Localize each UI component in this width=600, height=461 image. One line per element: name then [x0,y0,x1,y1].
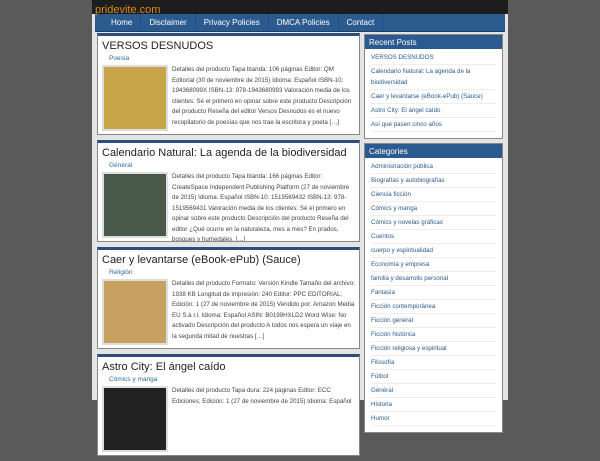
post-body: Detalles del producto Tapa dura: 224 pág… [102,386,355,452]
category-link[interactable]: Ficción religiosa y espiritual [371,342,496,356]
nav-item-home[interactable]: Home [103,14,142,31]
widget-title: Categories [365,144,502,158]
category-link[interactable]: Ciencia ficción [371,188,496,202]
categories-widget: Categories Administración pública Biograf… [364,143,503,433]
category-link[interactable]: Humor [371,412,496,426]
post-category[interactable]: Cómics y manga [109,376,355,383]
nav-item-privacy-policies[interactable]: Privacy Policies [196,14,269,31]
post-excerpt: Detalles del producto Tapa blanda: 106 p… [172,66,352,126]
post-body: Detalles del producto Tapa blanda: 106 p… [102,65,355,131]
category-link[interactable]: Ficción general [371,314,496,328]
post-title[interactable]: Calendario Natural: La agenda de la biod… [102,147,355,160]
category-link[interactable]: Administración pública [371,160,496,174]
post-title[interactable]: VERSOS DESNUDOS [102,40,355,53]
category-link[interactable]: Ficción histórica [371,328,496,342]
post-thumbnail[interactable] [102,279,168,345]
post-category[interactable]: Religión [109,269,355,276]
category-link[interactable]: Economía y empresa [371,258,496,272]
recent-post-link[interactable]: Caer y levantarse (eBook-ePub) (Sauce) [371,90,496,104]
category-link[interactable]: Biografías y autobiografías [371,174,496,188]
nav-item-disclaimer[interactable]: Disclaimer [141,14,196,31]
recent-post-link[interactable]: Astro City: El ángel caído [371,104,496,118]
nav-item-contact[interactable]: Contact [339,14,384,31]
main-nav: Home Disclaimer Privacy Policies DMCA Polic… [95,14,505,32]
recent-post-link[interactable]: Calendario Natural: La agenda de la biod… [371,65,496,90]
widget-title: Recent Posts [365,35,502,49]
post-thumbnail[interactable] [102,65,168,131]
post-card: Calendario Natural: La agenda de la biod… [97,140,360,242]
post-title[interactable]: Astro City: El ángel caído [102,361,355,374]
post-body: Detalles del producto Formato: Versión K… [102,279,355,345]
post-thumbnail[interactable] [102,386,168,452]
post-excerpt: Detalles del producto Tapa dura: 224 pág… [172,387,352,405]
category-link[interactable]: Filosofía [371,356,496,370]
category-link[interactable]: Cómics y novelas gráficas [371,216,496,230]
category-link[interactable]: Cuentos [371,230,496,244]
post-card: VERSOS DESNUDOS Poesía Detalles del produc… [97,33,360,135]
post-category[interactable]: Poesía [109,55,355,62]
post-thumbnail[interactable] [102,172,168,238]
post-excerpt: Detalles del producto Tapa blanda: 166 p… [172,173,350,242]
post-excerpt: Detalles del producto Formato: Versión K… [172,280,355,340]
post-list: VERSOS DESNUDOS Poesía Detalles del produc… [97,33,360,461]
recent-post-link[interactable]: VERSOS DESNUDOS [371,51,496,65]
post-category[interactable]: Général [109,162,355,169]
sidebar: Recent Posts VERSOS DESNUDOS Calendario N… [364,34,503,437]
post-card: Caer y levantarse (eBook-ePub) (Sauce) Re… [97,247,360,349]
page: pridevite.com Home Disclaimer Privacy Poli… [92,0,508,456]
site-header: pridevite.com [92,0,508,16]
post-body: Detalles del producto Tapa blanda: 166 p… [102,172,355,242]
recent-post-link[interactable]: Así que pasen cinco años [371,118,496,132]
category-link[interactable]: Cómics y manga [371,202,496,216]
post-title[interactable]: Caer y levantarse (eBook-ePub) (Sauce) [102,254,355,267]
category-link[interactable]: Ficción contemporánea [371,300,496,314]
nav-item-dmca-policies[interactable]: DMCA Policies [269,14,339,31]
recent-posts-widget: Recent Posts VERSOS DESNUDOS Calendario N… [364,34,503,139]
category-link[interactable]: Général [371,384,496,398]
category-link[interactable]: familia y desarrollo personal [371,272,496,286]
post-card: Astro City: El ángel caído Cómics y manga… [97,354,360,456]
category-link[interactable]: Fútbol [371,370,496,384]
category-link[interactable]: Fantasía [371,286,496,300]
category-link[interactable]: Historia [371,398,496,412]
category-link[interactable]: cuerpo y espiritualidad [371,244,496,258]
